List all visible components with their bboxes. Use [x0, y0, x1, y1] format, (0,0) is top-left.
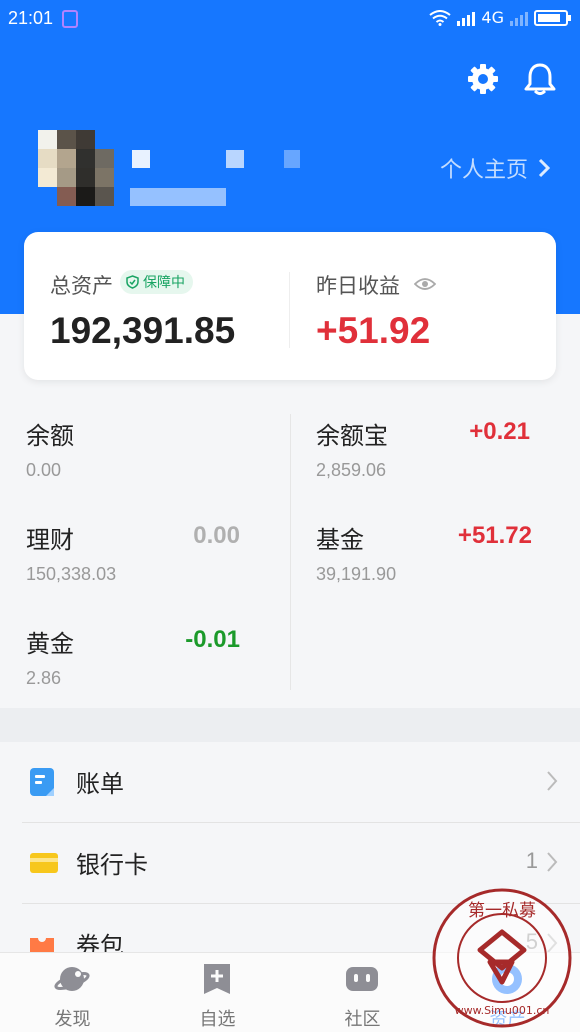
asset-title: 理财: [26, 526, 74, 554]
tab-label: 自选: [199, 1009, 236, 1030]
asset-change: 0.00: [193, 522, 240, 549]
gear-icon[interactable]: [466, 62, 500, 96]
eye-icon[interactable]: [414, 276, 436, 292]
asset-breakdown: 余额 0.00 余额宝 +0.21 2,859.06 理财 0.00 150,3…: [0, 396, 580, 708]
list-item-count: 1: [525, 848, 538, 873]
card-divider: [289, 272, 290, 348]
watermark-url: www.Simu001.cn: [455, 1004, 550, 1017]
asset-amount: 2,859.06: [316, 460, 387, 480]
yesterday-earnings-label: 昨日收益: [316, 274, 400, 298]
wifi-icon: [429, 9, 452, 26]
network-type: 4G: [481, 8, 504, 27]
list-item-bill[interactable]: 账单: [22, 742, 580, 823]
notification-app-icon: [62, 10, 78, 28]
tab-label: 发现: [54, 1009, 91, 1030]
section-separator: [0, 708, 580, 742]
yesterday-earnings-value: +51.92: [316, 310, 431, 351]
asset-title: 基金: [316, 526, 364, 554]
username-pixelated: [226, 150, 244, 168]
username-pixelated: [132, 150, 150, 168]
status-time: 21:01: [8, 8, 54, 28]
bill-icon: [30, 768, 54, 796]
profile-link[interactable]: 个人主页: [440, 152, 550, 184]
tab-watchlist[interactable]: 自选: [145, 953, 290, 1032]
list-item-label: 银行卡: [76, 851, 148, 879]
protection-badge-label: 保障中: [143, 275, 185, 291]
tab-discover[interactable]: 发现: [0, 953, 145, 1032]
asset-amount: 150,338.03: [26, 564, 117, 584]
asset-change: +0.21: [469, 418, 530, 445]
signal-icon-secondary: [510, 10, 528, 26]
profile-link-label: 个人主页: [439, 158, 528, 183]
username-pixelated: [284, 150, 300, 168]
chevron-right-icon: [547, 852, 558, 872]
tab-label: 社区: [344, 1009, 381, 1030]
avatar[interactable]: [38, 130, 114, 206]
asset-summary-card[interactable]: 总资产 保障中 192,391.85 昨日收益 +51.92: [24, 232, 556, 380]
signal-icon: [457, 10, 476, 26]
asset-change: -0.01: [185, 626, 240, 653]
asset-change: +51.72: [457, 522, 532, 549]
watermark-stamp: 第一私募 www.Simu001.cn: [432, 888, 572, 1028]
battery-icon: [534, 9, 571, 26]
bookmark-add-icon: [204, 964, 230, 994]
account-pixelated: [130, 188, 226, 206]
total-assets-value: 192,391.85: [50, 310, 236, 351]
chevron-right-icon: [538, 158, 550, 178]
asset-amount: 0.00: [26, 460, 62, 480]
asset-amount: 2.86: [26, 668, 62, 688]
bell-icon[interactable]: [522, 62, 558, 96]
total-assets-label: 总资产: [50, 274, 113, 298]
card-icon: [30, 853, 58, 873]
protection-badge[interactable]: 保障中: [120, 270, 193, 294]
asset-title: 余额: [26, 422, 74, 450]
status-bar: 21:01 4G: [0, 0, 580, 40]
tab-community[interactable]: 社区: [290, 953, 435, 1032]
shield-check-icon: [126, 275, 139, 289]
planet-icon: [54, 967, 90, 991]
chevron-right-icon: [547, 771, 558, 791]
asset-title: 余额宝: [316, 422, 388, 450]
grid-divider: [290, 414, 291, 690]
list-item-label: 账单: [76, 770, 124, 798]
watermark-title: 第一私募: [468, 901, 536, 921]
asset-amount: 39,191.90: [316, 564, 397, 584]
chat-icon: [346, 967, 378, 991]
asset-title: 黄金: [26, 630, 74, 658]
